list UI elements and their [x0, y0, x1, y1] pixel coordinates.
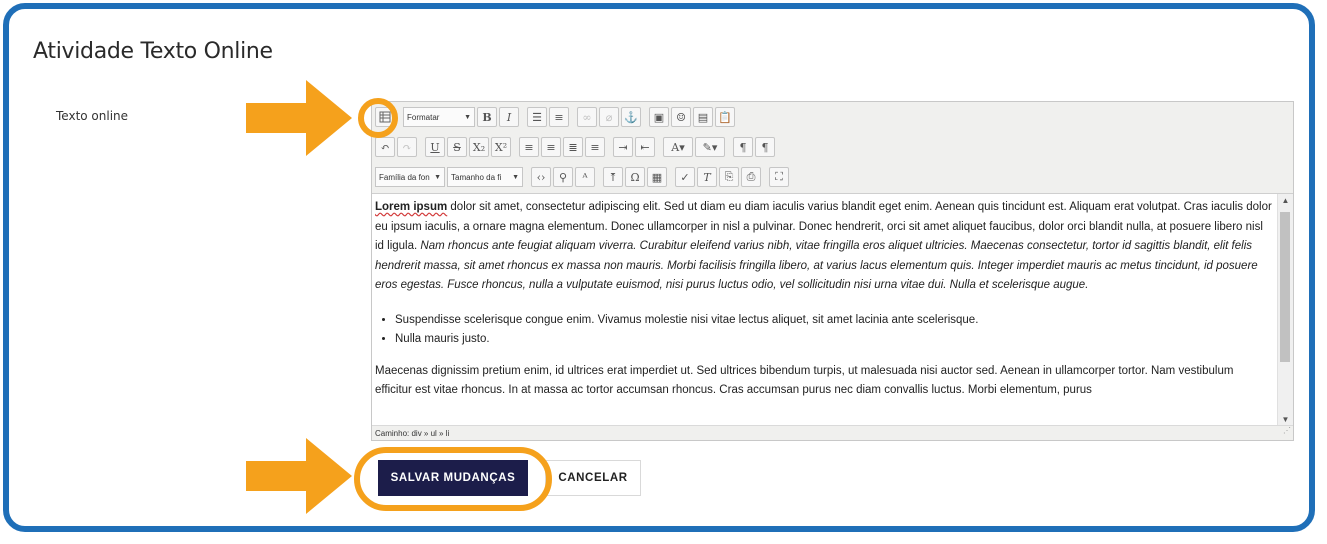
- paragraph-1: Lorem ipsum dolor sit amet, consectetur …: [375, 198, 1272, 296]
- align-right-icon[interactable]: ≡: [585, 137, 605, 157]
- underline-icon[interactable]: U: [425, 137, 445, 157]
- bullet-list-icon[interactable]: ☰: [527, 107, 547, 127]
- toolbar-row-3: Família da fon ▼ Tamanho da fi ▼ ‹› ⚲ ᴬ ⤒ …: [375, 166, 789, 188]
- paste-icon[interactable]: 📋: [715, 107, 735, 127]
- chevron-down-icon: ▼: [464, 113, 471, 121]
- paste-text-icon[interactable]: ⎙: [741, 167, 761, 187]
- special-char-icon[interactable]: Ω: [625, 167, 645, 187]
- paragraph-2: Maecenas dignissim pretium enim, id ultr…: [375, 364, 1234, 397]
- bold-icon[interactable]: B: [477, 107, 497, 127]
- subscript-icon[interactable]: X₂: [469, 137, 489, 157]
- italic-icon[interactable]: I: [499, 107, 519, 127]
- redo-icon[interactable]: ↷: [397, 137, 417, 157]
- numbered-list-icon[interactable]: ≡: [549, 107, 569, 127]
- font-size-select[interactable]: Tamanho da fi ▼: [447, 167, 523, 187]
- text-color-icon[interactable]: A▾: [663, 137, 693, 157]
- list-item: Nulla mauris justo.: [395, 330, 1272, 350]
- status-path-text: Caminho: div » ul » li: [375, 429, 450, 438]
- field-label: Texto online: [56, 109, 129, 123]
- resize-handle-icon[interactable]: ⋰: [1283, 423, 1291, 438]
- fullscreen-icon[interactable]: ⛶: [769, 167, 789, 187]
- image-icon[interactable]: ▣: [649, 107, 669, 127]
- link-icon[interactable]: ∞: [577, 107, 597, 127]
- ltr-icon[interactable]: ¶: [733, 137, 753, 157]
- editor-content[interactable]: Lorem ipsum dolor sit amet, consectetur …: [372, 194, 1278, 427]
- toolbar-row-1: Formatar ▼ B I ☰ ≡ ∞ ⌀ ⚓ ▣ ☺ ▤ 📋: [375, 106, 735, 128]
- highlight-circle: [358, 98, 398, 138]
- arrow-right-icon: [246, 80, 352, 156]
- align-justify-icon[interactable]: ≣: [563, 137, 583, 157]
- unlink-icon[interactable]: ⌀: [599, 107, 619, 127]
- spellcheck-icon[interactable]: ᴬ: [575, 167, 595, 187]
- clean-icon[interactable]: ✓: [675, 167, 695, 187]
- rich-text-editor[interactable]: Formatar ▼ B I ☰ ≡ ∞ ⌀ ⚓ ▣ ☺ ▤ 📋 ↶ ↷ U S …: [371, 101, 1294, 441]
- highlight-pill: [354, 447, 552, 511]
- align-left-icon[interactable]: ≡: [519, 137, 539, 157]
- strikethrough-icon[interactable]: S: [447, 137, 467, 157]
- toolbar-row-2: ↶ ↷ U S X₂ X² ≡ ≡ ≣ ≡ ⇥ ⇤ A▾ ✎▾ ¶ ¶: [375, 136, 775, 158]
- chevron-down-icon: ▼: [434, 173, 441, 181]
- arrow-right-icon: [246, 438, 352, 514]
- table-icon[interactable]: ▦: [647, 167, 667, 187]
- undo-icon[interactable]: ↶: [375, 137, 395, 157]
- indent-icon[interactable]: ⇥: [613, 137, 633, 157]
- copy-icon[interactable]: ⎘: [719, 167, 739, 187]
- format-select-value: Formatar: [407, 112, 440, 122]
- code-icon[interactable]: ‹›: [531, 167, 551, 187]
- list-item: Suspendisse scelerisque congue enim. Viv…: [395, 311, 1272, 331]
- font-family-value: Família da fon: [379, 172, 430, 182]
- anchor-icon[interactable]: ⚓: [621, 107, 641, 127]
- bullet-list: Suspendisse scelerisque congue enim. Viv…: [375, 311, 1272, 350]
- outdent-icon[interactable]: ⇤: [635, 137, 655, 157]
- font-size-value: Tamanho da fi: [451, 172, 502, 182]
- editor-toolbar: Formatar ▼ B I ☰ ≡ ∞ ⌀ ⚓ ▣ ☺ ▤ 📋 ↶ ↷ U S …: [372, 102, 1293, 194]
- paragraph-1-italic: Nam rhoncus ante feugiat aliquam viverra…: [375, 240, 1258, 291]
- emoticon-icon[interactable]: ☺: [671, 107, 691, 127]
- anchor-insert-icon[interactable]: ⤒: [603, 167, 623, 187]
- font-family-select[interactable]: Família da fon ▼: [375, 167, 445, 187]
- format-select[interactable]: Formatar ▼: [403, 107, 475, 127]
- media-icon[interactable]: ▤: [693, 107, 713, 127]
- superscript-icon[interactable]: X²: [491, 137, 511, 157]
- chevron-down-icon: ▼: [512, 173, 519, 181]
- rtl-icon[interactable]: ¶: [755, 137, 775, 157]
- editor-scrollbar[interactable]: ▲ ▼: [1277, 194, 1293, 427]
- cancel-button[interactable]: CANCELAR: [545, 460, 641, 496]
- bold-text: Lorem ipsum: [375, 201, 448, 213]
- scroll-up-icon[interactable]: ▲: [1278, 194, 1293, 208]
- page-title: Atividade Texto Online: [33, 39, 273, 64]
- editor-status-path: Caminho: div » ul » li ⋰: [372, 425, 1293, 440]
- highlight-color-icon[interactable]: ✎▾: [695, 137, 725, 157]
- align-center-icon[interactable]: ≡: [541, 137, 561, 157]
- scroll-thumb[interactable]: [1280, 212, 1290, 362]
- remove-format-icon[interactable]: T: [697, 167, 717, 187]
- search-replace-icon[interactable]: ⚲: [553, 167, 573, 187]
